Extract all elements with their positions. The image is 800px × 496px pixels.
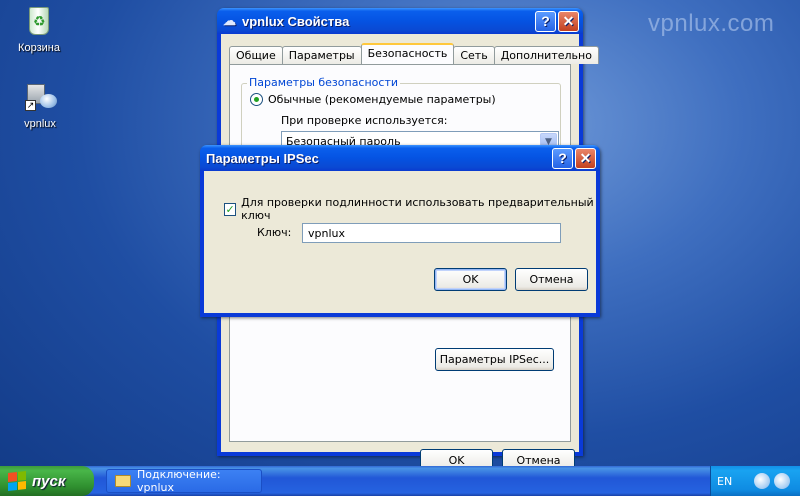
radio-label: Обычные (рекомендуемые параметры) [268,93,496,106]
cancel-button[interactable]: Отмена [515,268,588,291]
properties-titlebar[interactable]: ☁ vpnlux Свойства ? ✕ [217,8,583,34]
desktop-icon-label: Корзина [18,42,60,54]
ipsec-titlebar[interactable]: Параметры IPSec ? ✕ [200,145,600,171]
tab-advanced[interactable]: Дополнительно [493,46,599,64]
windows-logo-icon [8,471,26,491]
tab-general[interactable]: Общие [229,46,283,64]
window-title: vpnlux Свойства [242,13,350,29]
help-button[interactable]: ? [535,10,556,32]
network-connection-icon: ☁ [223,13,236,28]
ipsec-settings-button[interactable]: Параметры IPSec... [435,348,554,371]
desktop-icon-recycle-bin[interactable]: ♻ Корзина [4,4,74,54]
network-connection-icon: ↗ [23,80,57,114]
tab-strip: Общие Параметры Безопасность Сеть Дополн… [229,43,599,64]
folder-icon [115,475,131,487]
key-label: Ключ: [257,226,292,239]
checkmark-icon: ✓ [224,202,237,216]
ok-button[interactable]: OK [434,268,507,291]
close-button[interactable]: ✕ [575,147,596,169]
preshared-key-checkbox[interactable]: ✓ Для проверки подлинности использовать … [224,196,596,222]
start-label: пуск [32,472,66,490]
verify-label: При проверке используется: [281,114,448,127]
task-label: Подключение: vpnlux [136,468,221,494]
system-tray: EN [710,466,800,496]
watermark: vpnlux.com [648,10,775,37]
close-button[interactable]: ✕ [558,10,579,32]
ipsec-client: ✓ Для проверки подлинности использовать … [204,171,596,313]
desktop-icon-vpnlux[interactable]: ↗ vpnlux [5,80,75,130]
typical-settings-radio[interactable]: Обычные (рекомендуемые параметры) [250,93,496,106]
language-indicator[interactable]: EN [717,475,732,488]
taskbar-item-connection[interactable]: Подключение: vpnlux [106,468,262,494]
tab-security[interactable]: Безопасность [360,43,455,64]
key-input[interactable]: vpnlux [302,223,561,243]
help-button[interactable]: ? [552,147,573,169]
network-tray-icon[interactable] [774,473,791,489]
tab-network[interactable]: Сеть [453,46,495,64]
desktop-icon-label: vpnlux [24,118,56,130]
start-button[interactable]: пуск [0,466,94,496]
recycle-bin-icon: ♻ [22,4,56,38]
help-tray-icon[interactable] [754,473,771,489]
taskbar: пуск Подключение: vpnlux EN [0,466,800,496]
dialog-title: Параметры IPSec [206,150,319,166]
checkbox-label: Для проверки подлинности использовать пр… [241,196,594,222]
group-legend: Параметры безопасности [247,76,401,89]
ipsec-dialog: Параметры IPSec ? ✕ ✓ Для проверки подли… [200,145,600,317]
radio-selected-icon [250,93,263,106]
tab-options[interactable]: Параметры [281,46,362,64]
